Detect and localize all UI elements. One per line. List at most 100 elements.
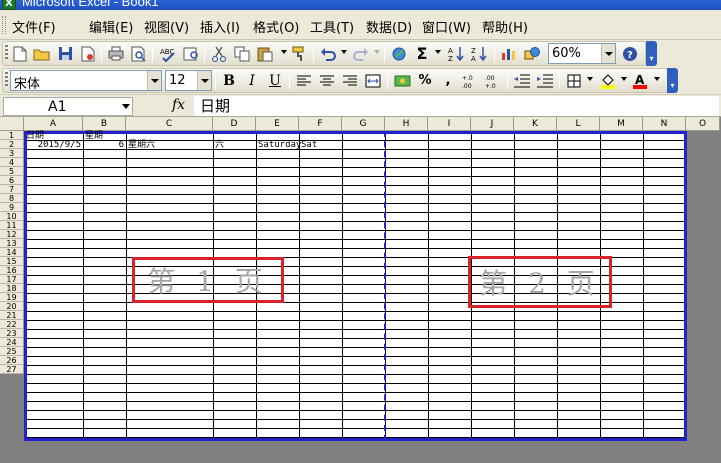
menu-tools[interactable]: 工具(T) (310, 17, 354, 36)
column-header-k[interactable]: K (514, 117, 557, 131)
percent-button[interactable]: % (415, 71, 435, 90)
row-header-13[interactable]: 13 (0, 239, 24, 248)
print-preview-icon[interactable] (129, 44, 149, 63)
column-header-l[interactable]: L (557, 117, 600, 131)
page-break-line[interactable] (384, 131, 386, 441)
cell-b2[interactable]: 6 (85, 141, 124, 150)
column-header-j[interactable]: J (471, 117, 514, 131)
row-header-18[interactable]: 18 (0, 284, 24, 293)
print-icon[interactable] (106, 44, 126, 63)
help-icon[interactable]: ? (620, 44, 640, 63)
column-header-m[interactable]: M (600, 117, 643, 131)
row-header-5[interactable]: 5 (0, 167, 24, 176)
row-header-8[interactable]: 8 (0, 194, 24, 203)
undo-dropdown-arrow[interactable] (341, 50, 347, 54)
redo-icon[interactable] (351, 44, 371, 63)
column-header-h[interactable]: H (385, 117, 428, 131)
row-header-7[interactable]: 7 (0, 185, 24, 194)
menu-data[interactable]: 数据(D) (366, 17, 412, 36)
align-center-icon[interactable] (317, 71, 337, 90)
underline-button[interactable]: U (265, 71, 285, 90)
redo-dropdown-arrow[interactable] (374, 50, 380, 54)
row-header-20[interactable]: 20 (0, 302, 24, 311)
zoom-select[interactable]: 60% (548, 43, 616, 64)
column-header-e[interactable]: E (256, 117, 299, 131)
row-header-11[interactable]: 11 (0, 221, 24, 230)
autosum-icon[interactable]: Σ (412, 44, 432, 63)
permission-icon[interactable] (78, 44, 98, 63)
italic-button[interactable]: I (242, 71, 262, 90)
increase-indent-icon[interactable] (535, 71, 555, 90)
cell-b1[interactable]: 星期 (85, 132, 103, 141)
column-header-f[interactable]: F (299, 117, 342, 131)
comma-button[interactable]: , (438, 71, 458, 90)
menu-edit[interactable]: 编辑(E) (89, 17, 133, 36)
font-size-select[interactable]: 12 (165, 70, 212, 91)
font-name-select[interactable]: 宋体 (10, 70, 162, 92)
toolbar-grip[interactable] (5, 72, 8, 88)
row-header-21[interactable]: 21 (0, 311, 24, 320)
copy-icon[interactable] (232, 44, 252, 63)
menu-grip-handle[interactable] (2, 16, 6, 34)
row-header-1[interactable]: 1 (0, 131, 24, 140)
column-header-b[interactable]: B (83, 117, 126, 131)
align-right-icon[interactable] (340, 71, 360, 90)
formula-input[interactable]: 日期 (194, 96, 719, 116)
save-icon[interactable] (55, 44, 75, 63)
row-header-2[interactable]: 2 (0, 140, 24, 149)
cut-icon[interactable] (209, 44, 229, 63)
fill-color-icon[interactable] (598, 71, 618, 90)
align-left-icon[interactable] (294, 71, 314, 90)
row-header-19[interactable]: 19 (0, 293, 24, 302)
column-header-g[interactable]: G (342, 117, 385, 131)
new-icon[interactable] (10, 44, 30, 63)
hyperlink-icon[interactable] (389, 44, 409, 63)
toolbar-grip[interactable] (5, 45, 8, 61)
font-color-icon[interactable]: A (630, 71, 650, 90)
column-header-i[interactable]: I (428, 117, 471, 131)
autosum-dropdown-arrow[interactable] (435, 50, 441, 54)
row-header-9[interactable]: 9 (0, 203, 24, 212)
menu-file[interactable]: 文件(F) (12, 17, 56, 36)
merge-center-icon[interactable] (363, 71, 383, 90)
increase-decimal-icon[interactable]: +.0.00 (460, 71, 480, 90)
column-header-d[interactable]: D (213, 117, 256, 131)
sort-ascending-icon[interactable]: AZ (446, 44, 466, 63)
row-header-10[interactable]: 10 (0, 212, 24, 221)
name-box[interactable]: A1 (3, 97, 133, 116)
menu-help[interactable]: 帮助(H) (482, 17, 528, 36)
bold-button[interactable]: B (219, 71, 239, 90)
column-header-c[interactable]: C (126, 117, 213, 131)
menu-insert[interactable]: 插入(I) (200, 17, 240, 36)
row-header-22[interactable]: 22 (0, 320, 24, 329)
toolbar-options-chevron[interactable]: ▾ (667, 68, 678, 93)
column-header-n[interactable]: N (643, 117, 686, 131)
sort-descending-icon[interactable]: ZA (469, 44, 489, 63)
row-header-23[interactable]: 23 (0, 329, 24, 338)
row-header-3[interactable]: 3 (0, 149, 24, 158)
menu-window[interactable]: 窗口(W) (422, 17, 471, 36)
row-header-6[interactable]: 6 (0, 176, 24, 185)
paste-icon[interactable] (255, 44, 275, 63)
chart-wizard-icon[interactable] (499, 44, 519, 63)
undo-icon[interactable] (318, 44, 338, 63)
format-painter-icon[interactable] (290, 44, 310, 63)
borders-icon[interactable] (564, 71, 584, 90)
font-color-dropdown-arrow[interactable] (654, 77, 660, 81)
toolbar-options-chevron[interactable]: ▾ (646, 41, 657, 66)
row-header-24[interactable]: 24 (0, 338, 24, 347)
excel-app-icon[interactable]: X (2, 0, 16, 10)
borders-dropdown-arrow[interactable] (587, 77, 593, 81)
select-all-corner[interactable] (0, 117, 24, 131)
fill-color-dropdown-arrow[interactable] (621, 77, 627, 81)
cell-c2[interactable]: 星期六 (128, 141, 155, 150)
spelling-icon[interactable]: ABC (158, 44, 178, 63)
paste-dropdown-arrow[interactable] (281, 50, 287, 54)
drawing-icon[interactable] (522, 44, 542, 63)
cell-f2[interactable]: Sat (301, 141, 317, 150)
cell-e2[interactable]: Saturday (258, 141, 301, 150)
column-header-a[interactable]: A (24, 117, 83, 131)
row-header-14[interactable]: 14 (0, 248, 24, 257)
zoom-dropdown-arrow[interactable] (601, 44, 615, 63)
cell-a2[interactable]: 2015/9/5 (26, 141, 81, 150)
